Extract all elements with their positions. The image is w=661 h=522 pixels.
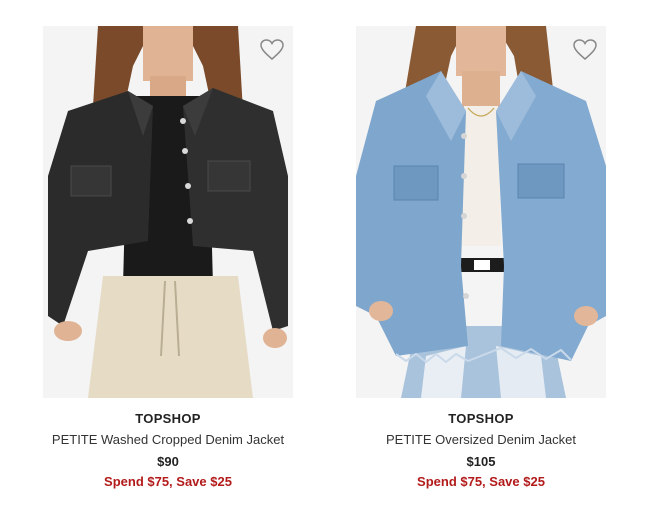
product-price: $90 <box>157 454 179 469</box>
heart-outline-icon <box>573 39 597 60</box>
add-to-favorites-button[interactable] <box>259 38 285 62</box>
product-image <box>356 26 606 398</box>
product-card[interactable]: TOPSHOP PETITE Washed Cropped Denim Jack… <box>43 0 293 490</box>
promo-text: Spend $75, Save $25 <box>104 474 232 489</box>
product-grid: TOPSHOP PETITE Washed Cropped Denim Jack… <box>0 0 661 522</box>
product-info: TOPSHOP PETITE Washed Cropped Denim Jack… <box>43 411 293 490</box>
heart-outline-icon <box>260 39 284 60</box>
product-info: TOPSHOP PETITE Oversized Denim Jacket $1… <box>356 411 606 490</box>
add-to-favorites-button[interactable] <box>572 38 598 62</box>
product-image-link[interactable] <box>356 26 606 398</box>
product-brand: TOPSHOP <box>448 411 514 426</box>
product-image <box>43 26 293 398</box>
product-name-link[interactable]: PETITE Washed Cropped Denim Jacket <box>43 432 293 448</box>
product-brand: TOPSHOP <box>135 411 201 426</box>
product-price: $105 <box>466 454 496 469</box>
promo-text: Spend $75, Save $25 <box>417 474 545 489</box>
product-image-link[interactable] <box>43 26 293 398</box>
product-name-link[interactable]: PETITE Oversized Denim Jacket <box>356 432 606 448</box>
product-card[interactable]: TOPSHOP PETITE Oversized Denim Jacket $1… <box>356 0 606 490</box>
